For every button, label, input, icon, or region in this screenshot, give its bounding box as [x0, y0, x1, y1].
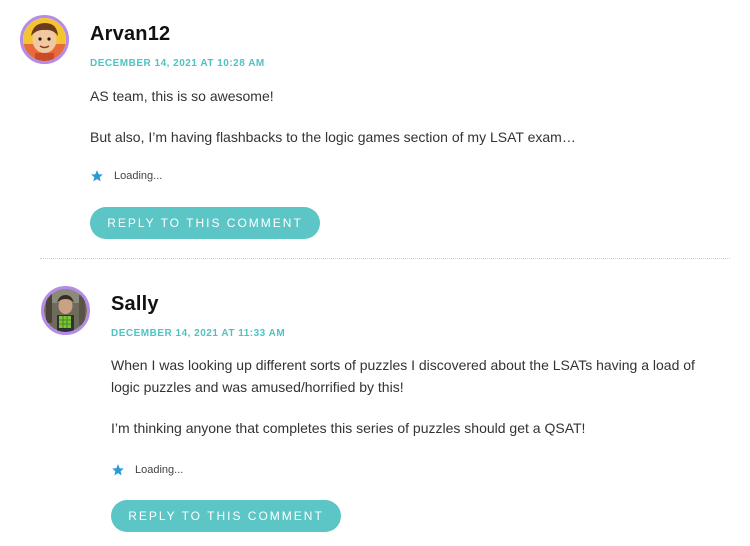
comment-date[interactable]: DECEMBER 14, 2021 AT 10:28 AM — [90, 58, 265, 69]
comment-author[interactable]: Arvan12 — [90, 23, 170, 46]
photo-avatar-icon — [44, 289, 87, 332]
like-loading-text: Loading... — [114, 170, 163, 182]
star-icon — [112, 464, 124, 476]
comment-paragraph: I’m thinking anyone that completes this … — [111, 420, 586, 436]
avatar[interactable] — [41, 286, 90, 335]
comment-author[interactable]: Sally — [111, 293, 159, 316]
star-icon — [91, 170, 103, 182]
comment-paragraph: When I was looking up different sorts of… — [111, 357, 695, 395]
like-loading-text: Loading... — [135, 464, 184, 476]
comment-body: When I was looking up different sorts of… — [111, 354, 721, 458]
comments-section: Arvan12 DECEMBER 14, 2021 AT 10:28 AM AS… — [0, 0, 750, 546]
comment-date[interactable]: DECEMBER 14, 2021 AT 11:33 AM — [111, 328, 285, 339]
comment-body: AS team, this is so awesome! But also, I… — [90, 85, 720, 167]
comment-divider — [40, 258, 730, 259]
comment-paragraph: But also, I’m having flashbacks to the l… — [90, 129, 576, 145]
reply-button[interactable]: REPLY TO THIS COMMENT — [90, 207, 320, 239]
like-widget: Loading... — [90, 169, 162, 183]
comment-paragraph: AS team, this is so awesome! — [90, 88, 274, 104]
like-widget: Loading... — [111, 463, 183, 477]
avatar[interactable] — [20, 15, 69, 64]
reply-button[interactable]: REPLY TO THIS COMMENT — [111, 500, 341, 532]
cartoon-face-avatar-icon — [23, 18, 66, 61]
